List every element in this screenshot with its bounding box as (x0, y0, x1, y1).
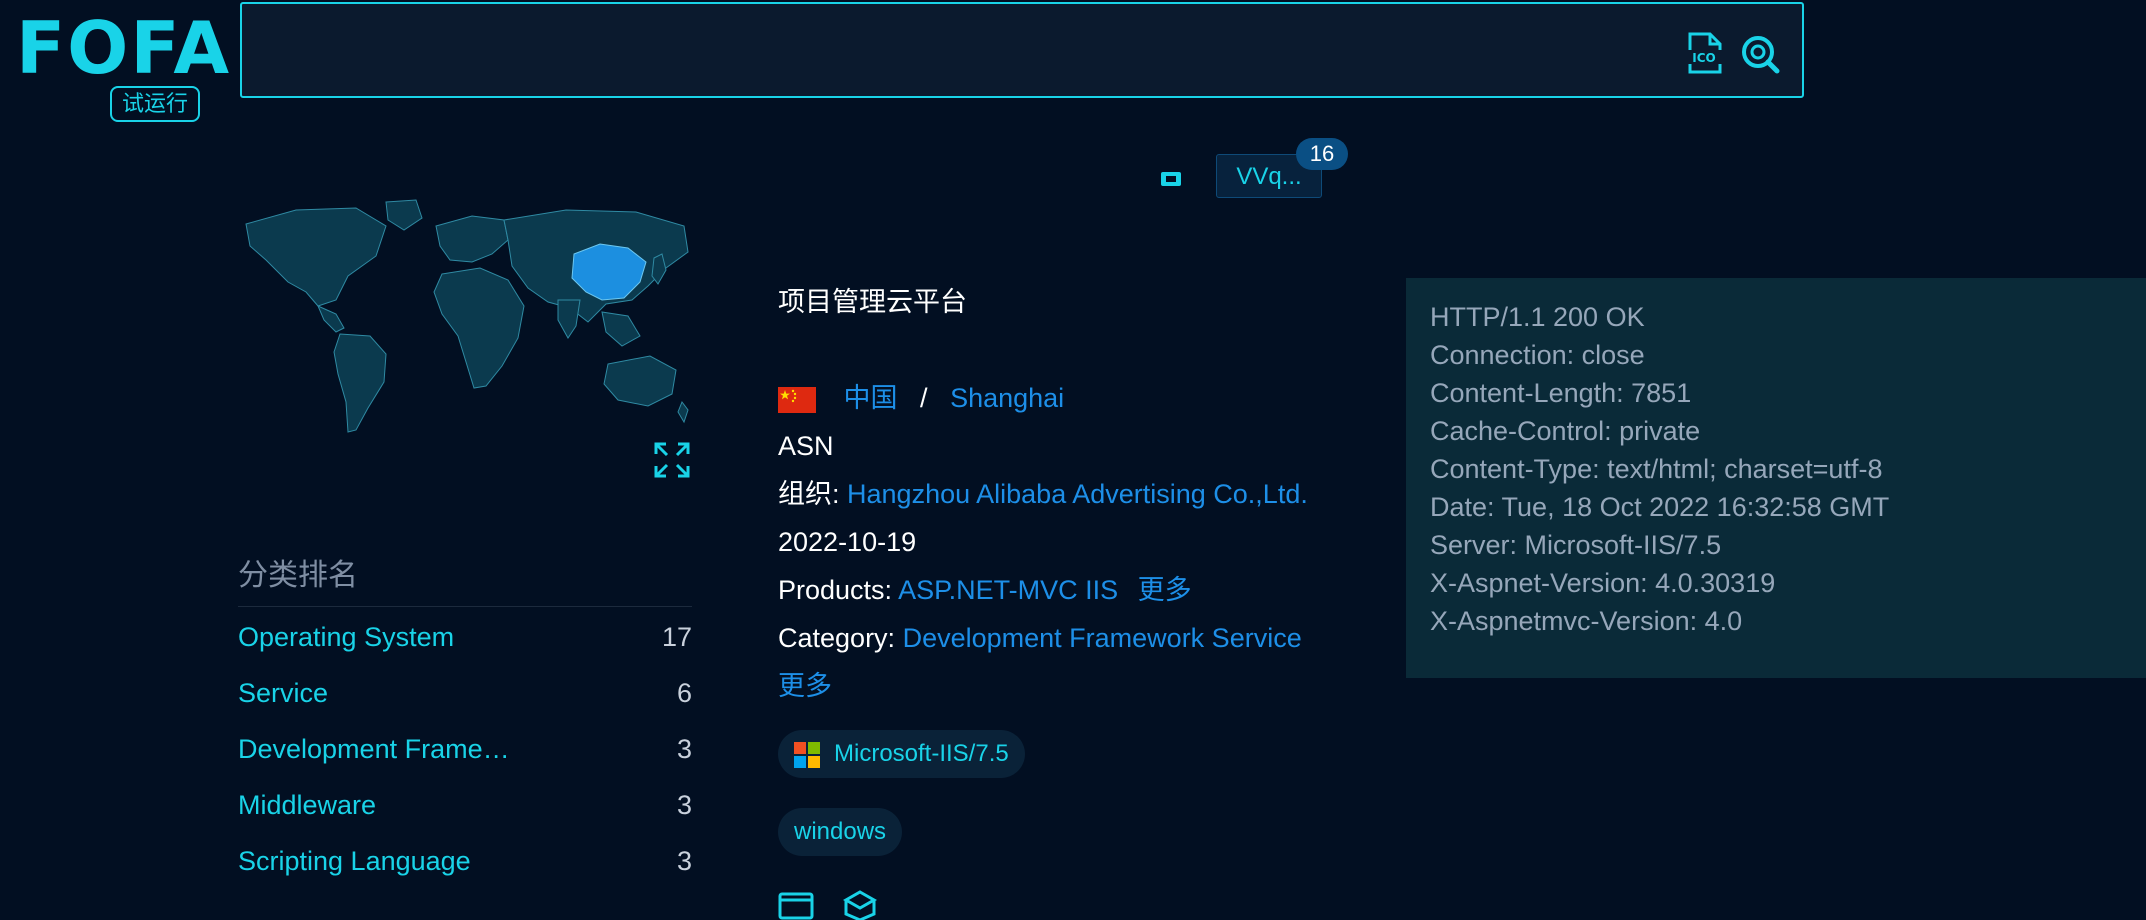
http-headers-panel: HTTP/1.1 200 OK Connection: close Conten… (1406, 278, 2146, 678)
svg-text:ICO: ICO (1692, 51, 1715, 65)
ranking-item-count: 3 (676, 790, 692, 820)
ranking-item[interactable]: Operating System 17 (238, 622, 692, 662)
ranking-item[interactable]: Service 6 (238, 678, 692, 718)
products-line: Products: ASP.NET-MVC IIS 更多 (778, 572, 1192, 608)
ico-file-icon[interactable]: ICO (1684, 32, 1724, 74)
header-line: Cache-Control: private (1430, 416, 1701, 446)
city-link[interactable]: Shanghai (950, 383, 1064, 413)
china-flag-icon (778, 386, 816, 413)
asn-line: ASN (778, 428, 834, 464)
category-line: Category: Development Framework Service (778, 620, 1302, 656)
expand-icon[interactable] (652, 440, 692, 480)
category-link[interactable]: Development Framework Service (903, 623, 1302, 653)
ranking-title: 分类排名 (238, 559, 358, 592)
category-more-line: 更多 (778, 668, 832, 704)
ranking-item-label[interactable]: Development Frame… (238, 734, 510, 765)
ranking-item-label[interactable]: Scripting Language (238, 846, 471, 877)
cube-icon[interactable] (842, 890, 878, 920)
tag-chip[interactable]: windows (778, 808, 903, 856)
ranking-item-label[interactable]: Operating System (238, 622, 454, 653)
cert-count-badge: 16 (1296, 138, 1348, 170)
category-more-link[interactable]: 更多 (778, 671, 832, 701)
location-line: 中国 / Shanghai (778, 380, 1064, 416)
ranking-item-count: 6 (676, 678, 692, 708)
products-link[interactable]: ASP.NET-MVC IIS (898, 575, 1118, 605)
windows-logo-icon (794, 741, 820, 768)
header-line: X-Aspnet-Version: 4.0.30319 (1430, 568, 1776, 598)
site-title-text: 项目管理云平台 (778, 287, 967, 317)
asn-label: ASN (778, 431, 834, 461)
header-line: HTTP/1.1 200 OK (1430, 302, 1645, 332)
search-bar: ICO (240, 2, 1804, 98)
search-input[interactable] (272, 34, 1576, 72)
tag-chip-label: Microsoft-IIS/7.5 (834, 740, 1009, 767)
logo-text: FOFA (16, 6, 232, 90)
ranking-item-count: 3 (676, 846, 692, 876)
header-line: Content-Type: text/html; charset=utf-8 (1430, 454, 1883, 484)
products-label: Products: (778, 575, 893, 605)
logo-badge: 试运行 (110, 86, 201, 122)
code-icon[interactable] (778, 890, 814, 920)
header-line: Content-Length: 7851 (1430, 378, 1692, 408)
country-link[interactable]: 中国 (844, 383, 898, 413)
ranking-item-count: 17 (661, 622, 692, 652)
header-line: Connection: close (1430, 340, 1645, 370)
site-title: 项目管理云平台 (778, 284, 967, 320)
search-go-icon[interactable] (1740, 34, 1780, 74)
header-line: X-Aspnetmvc-Version: 4.0 (1430, 606, 1743, 636)
world-map[interactable] (236, 196, 692, 442)
tag-chip[interactable]: Microsoft-IIS/7.5 (778, 730, 1025, 778)
header-line: Server: Microsoft-IIS/7.5 (1430, 530, 1722, 560)
ranking-item[interactable]: Development Frame… 3 (238, 734, 692, 774)
location-separator: / (905, 383, 943, 413)
products-more-link[interactable]: 更多 (1138, 575, 1192, 605)
org-label: 组织: (778, 479, 840, 509)
ranking-item[interactable]: Middleware 3 (238, 790, 692, 830)
date-line: 2022-10-19 (778, 524, 916, 560)
ranking-item-count: 3 (676, 734, 692, 764)
tag-chip-label: windows (794, 818, 887, 845)
category-label: Category: (778, 623, 896, 653)
ranking-divider (238, 606, 692, 607)
fofa-logo[interactable]: FOFA 试运行 (16, 8, 229, 126)
ranking-item-label[interactable]: Middleware (238, 790, 376, 821)
tag-icon[interactable] (1160, 170, 1182, 188)
ranking-item[interactable]: Scripting Language 3 (238, 846, 692, 886)
update-date: 2022-10-19 (778, 527, 917, 557)
header-line: Date: Tue, 18 Oct 2022 16:32:58 GMT (1430, 492, 1890, 522)
ranking-item-label[interactable]: Service (238, 678, 328, 709)
org-line: 组织: Hangzhou Alibaba Advertising Co.,Ltd… (778, 476, 1308, 512)
org-link[interactable]: Hangzhou Alibaba Advertising Co.,Ltd. (847, 479, 1308, 509)
